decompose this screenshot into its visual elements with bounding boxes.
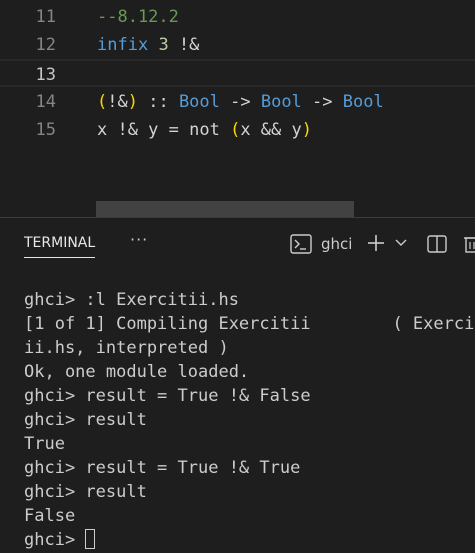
- code-token: ::: [137, 92, 179, 112]
- code-token: !&: [107, 92, 128, 112]
- terminal-cursor: [85, 529, 96, 549]
- terminal-line: [1 of 1] Compiling Exercitii ( Exercit: [24, 314, 475, 334]
- terminal-line: ghci> result = True !& False: [24, 386, 311, 406]
- line-number: 13: [35, 65, 56, 85]
- code-text: infix 3 !&: [97, 31, 199, 59]
- code-editor[interactable]: 11 --8.12.2 12 infix 3 !& 13 14 (!&) :: Bool -…: [0, 0, 475, 217]
- line-number: 12: [35, 35, 56, 55]
- code-token: Bool: [178, 92, 220, 112]
- code-line[interactable]: 15 x !& y = not (x && y): [0, 116, 475, 144]
- trash-icon[interactable]: [462, 234, 475, 254]
- terminal-line: ghci> result: [24, 410, 147, 430]
- terminal-prompt-line[interactable]: ghci>: [24, 528, 96, 552]
- code-token: ): [301, 120, 312, 140]
- terminal-line: True: [24, 434, 65, 454]
- code-token: infix: [97, 35, 149, 55]
- code-line[interactable]: 11 --8.12.2: [0, 3, 475, 31]
- code-token: Bool: [260, 92, 302, 112]
- plus-icon[interactable]: [366, 233, 386, 253]
- code-token: !&: [168, 35, 200, 55]
- terminal-shell-name[interactable]: ghci: [321, 235, 352, 253]
- code-token: (: [230, 120, 241, 140]
- code-token: ->: [301, 92, 343, 112]
- terminal-line: Ok, one module loaded.: [24, 362, 250, 382]
- terminal-line: ghci> result = True !& True: [24, 458, 301, 478]
- more-actions-button[interactable]: ···: [130, 230, 148, 249]
- code-line[interactable]: 13: [0, 59, 475, 87]
- terminal-output[interactable]: ghci> :l Exercitii.hs [1 of 1] Compiling …: [0, 270, 475, 553]
- code-text: (!&) :: Bool -> Bool -> Bool: [97, 88, 384, 116]
- code-token: x !& y = not: [97, 120, 231, 140]
- line-number: 15: [35, 120, 56, 140]
- chevron-down-icon[interactable]: [395, 238, 407, 248]
- split-icon[interactable]: [427, 234, 447, 254]
- code-line[interactable]: 12 infix 3 !&: [0, 31, 475, 59]
- code-token: ->: [219, 92, 261, 112]
- terminal-line: ghci> result: [24, 482, 147, 502]
- code-token: (: [97, 92, 108, 112]
- terminal-line: False: [24, 506, 76, 526]
- line-number: 14: [35, 92, 56, 112]
- terminal-line: ii.hs, interpreted ): [24, 338, 229, 358]
- editor-horizontal-scrollbar[interactable]: [96, 201, 354, 217]
- terminal-icon[interactable]: [290, 234, 312, 254]
- code-token: x && y: [240, 120, 302, 140]
- panel-header: TERMINAL ··· ghci: [0, 218, 475, 270]
- line-number: 11: [35, 7, 56, 27]
- code-line[interactable]: 14 (!&) :: Bool -> Bool -> Bool: [0, 88, 475, 116]
- terminal-line: ghci> :l Exercitii.hs: [24, 290, 239, 310]
- code-token: Bool: [342, 92, 384, 112]
- code-text: --8.12.2: [97, 3, 179, 31]
- code-text: x !& y = not (x && y): [97, 116, 312, 144]
- tab-terminal[interactable]: TERMINAL: [24, 235, 96, 258]
- code-token: ): [127, 92, 138, 112]
- terminal-prompt: ghci>: [24, 530, 86, 550]
- code-token: 3: [158, 35, 169, 55]
- code-token: --8.12.2: [97, 7, 179, 27]
